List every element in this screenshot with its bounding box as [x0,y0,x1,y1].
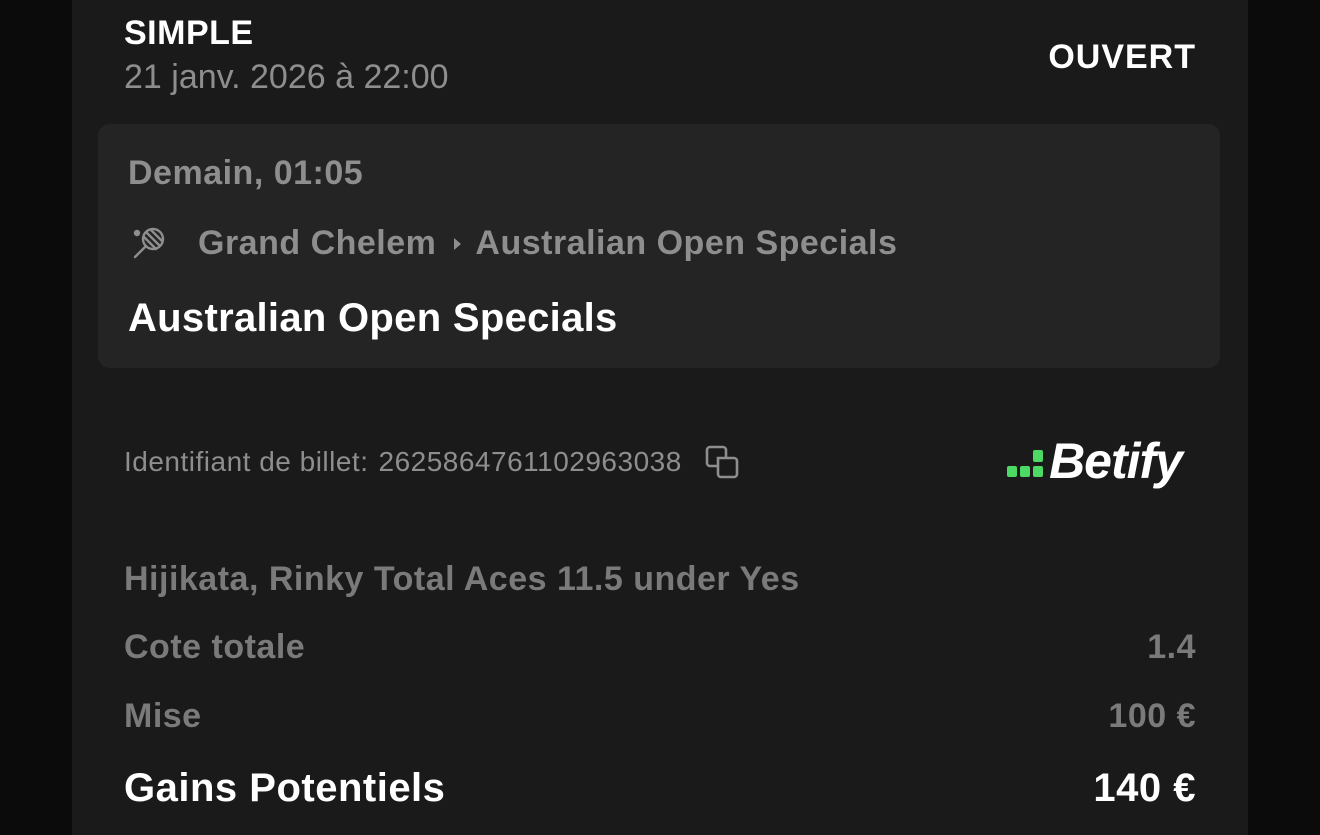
selection-description: Hijikata, Rinky Total Aces 11.5 under Ye… [124,560,800,598]
tennis-icon [130,225,168,263]
odds-value: 1.4 [1147,628,1196,666]
odds-row: Cote totale 1.4 [124,628,1196,667]
stake-label: Mise [124,697,202,735]
odds-label: Cote totale [124,628,306,666]
breadcrumb: Grand Chelem Australian Open Specials [130,224,897,263]
ticket-id-row: Identifiant de billet: 26258647611029630… [124,444,740,480]
ticket-id-label: Identifiant de billet: [124,446,369,477]
breadcrumb-item-competition[interactable]: Grand Chelem [198,224,436,263]
placed-date: 21 janv. 2026 à 22:00 [124,58,449,96]
copy-icon[interactable] [704,444,740,480]
breadcrumb-item-event[interactable]: Australian Open Specials [475,224,897,263]
bet-ticket: SIMPLE 21 janv. 2026 à 22:00 OUVERT Dema… [72,0,1248,835]
potential-gains-row: Gains Potentiels 140 € [124,766,1196,811]
event-card[interactable]: Demain, 01:05 Grand Chelem Australian Op… [98,124,1220,368]
bet-type: SIMPLE [124,14,254,52]
potential-gains-label: Gains Potentiels [124,766,446,810]
event-name: Australian Open Specials [128,296,618,340]
betify-logo: Betify [1005,432,1183,490]
ticket-id-value: 2625864761102963038 [378,446,682,477]
potential-gains-value: 140 € [1093,766,1196,810]
betify-logo-mark [1005,442,1047,480]
chevron-right-icon [454,237,462,250]
stake-value: 100 € [1108,697,1196,735]
status-badge: OUVERT [1048,38,1196,76]
stake-row: Mise 100 € [124,697,1196,736]
event-time: Demain, 01:05 [128,154,364,192]
betify-logo-text: Betify [1049,433,1183,489]
